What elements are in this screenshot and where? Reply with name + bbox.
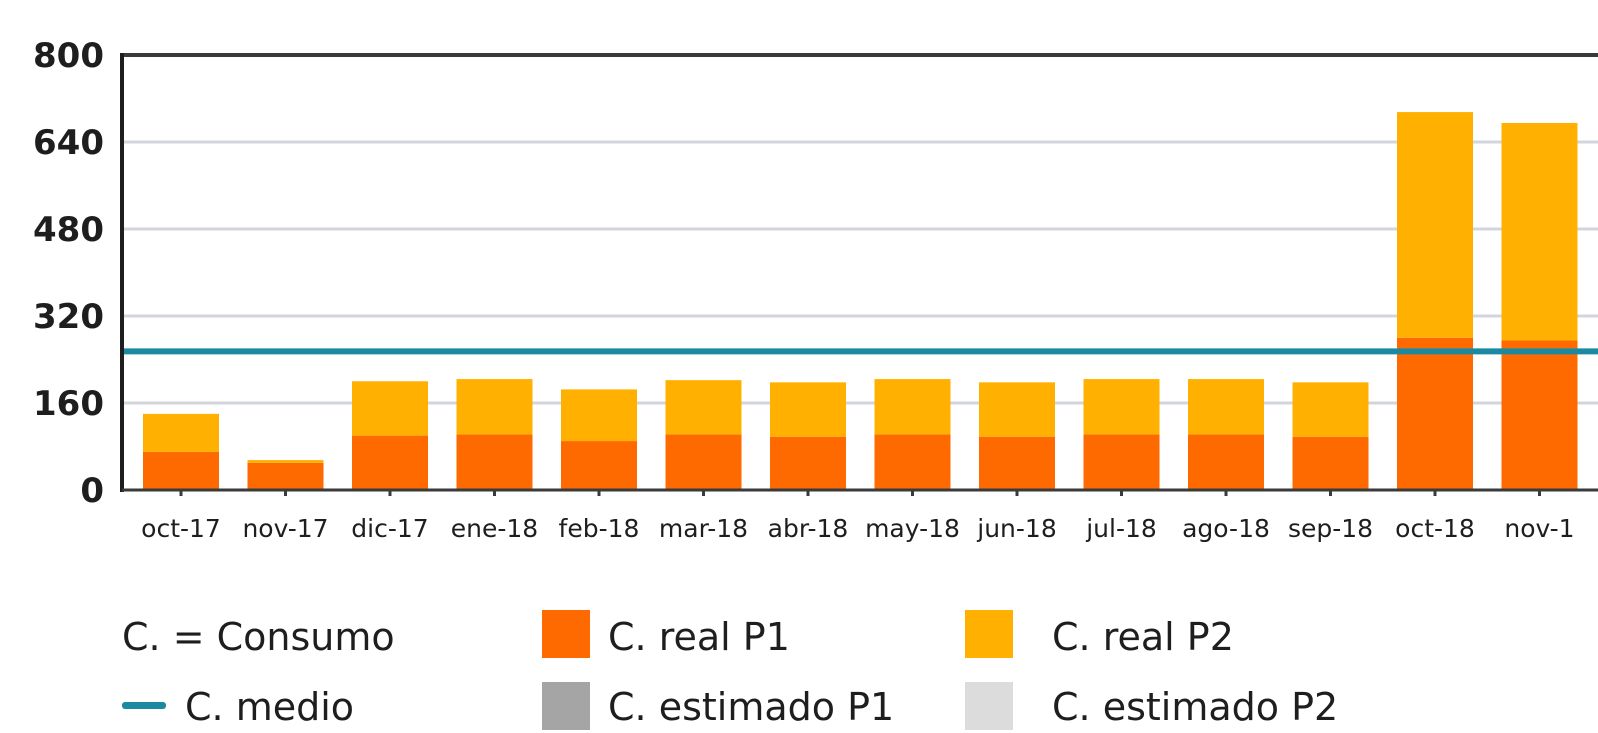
x-tick-label: feb-18: [559, 514, 640, 543]
bar-p1-dic-17: [352, 435, 428, 490]
x-tick-label: nov-1: [1504, 514, 1574, 543]
bar-p2-dic-17: [352, 381, 428, 436]
x-tick-label: sep-18: [1288, 514, 1373, 543]
x-tick-label: jul-18: [1085, 514, 1157, 543]
y-tick-label: 320: [33, 297, 104, 337]
bar-p2-sep-18: [1292, 382, 1369, 437]
legend-swatch-c-estimado-p2: [965, 682, 1013, 730]
bar-p1-oct-18: [1397, 337, 1473, 490]
x-tick-label: oct-17: [141, 514, 221, 543]
bar-p1-jul-18: [1083, 434, 1160, 490]
y-tick-label: 640: [33, 123, 104, 163]
bar-p2-jul-18: [1083, 379, 1160, 435]
legend-label-c-real-p2: C. real P2: [1052, 615, 1234, 659]
legend-label-c-estimado-p1: C. estimado P1: [608, 685, 895, 729]
legend-label-c-real-p1: C. real P1: [608, 615, 790, 659]
bar-p1-abr-18: [770, 436, 846, 490]
bar-p1-nov-17: [247, 462, 324, 490]
x-tick-label: may-18: [865, 514, 960, 543]
x-tick-label: ago-18: [1182, 514, 1270, 543]
legend-label-c-medio: C. medio: [185, 685, 355, 729]
bar-p2-nov-18: [1501, 122, 1578, 341]
bar-p2-oct-17: [143, 413, 219, 452]
bar-p1-ene-18: [456, 434, 533, 490]
bar-p1-may-18: [874, 434, 951, 490]
legend-swatch-c-real-p2: [965, 610, 1013, 658]
y-tick-label: 160: [33, 384, 104, 424]
bar-p2-may-18: [874, 379, 951, 435]
bar-p2-nov-17: [247, 460, 324, 463]
bar-p2-jun-18: [979, 382, 1055, 437]
x-tick-label: dic-17: [351, 514, 428, 543]
bar-p1-jun-18: [979, 436, 1055, 490]
bar-p2-oct-18: [1397, 112, 1473, 338]
bar-p2-feb-18: [561, 389, 637, 442]
chart-container: 0 160 320 480 640 800 oct-17 nov-17 dic-17 ene-1…: [0, 0, 1598, 733]
legend-swatch-c-estimado-p1: [542, 682, 590, 730]
legend-swatch-c-real-p1: [542, 610, 590, 658]
x-tick-label: nov-17: [242, 514, 328, 543]
legend-abbreviation: C. = Consumo: [122, 615, 395, 659]
x-tick-label: ene-18: [451, 514, 538, 543]
x-tick-label: mar-18: [659, 514, 748, 543]
x-tick-label: abr-18: [768, 514, 849, 543]
bar-p1-ago-18: [1188, 434, 1264, 490]
stacked-bar-chart: 0 160 320 480 640 800 oct-17 nov-17 dic-17 ene-1…: [33, 36, 1598, 543]
legend-label-c-estimado-p2: C. estimado P2: [1052, 685, 1339, 729]
bar-p1-oct-17: [143, 451, 219, 490]
bar-p2-mar-18: [665, 380, 742, 435]
x-tick-label: oct-18: [1395, 514, 1475, 543]
bar-p1-sep-18: [1292, 436, 1369, 490]
bar-p1-mar-18: [665, 434, 742, 490]
bar-p1-feb-18: [561, 441, 637, 490]
y-tick-label: 800: [33, 36, 104, 76]
bar-p2-ene-18: [456, 379, 533, 435]
bar-p2-abr-18: [770, 382, 846, 437]
x-tick-label: jun-18: [976, 514, 1056, 543]
legend-line-swatch-c-medio: [122, 702, 166, 709]
y-tick-label: 480: [33, 210, 104, 250]
bar-p1-nov-18: [1501, 340, 1578, 490]
y-tick-label: 0: [80, 471, 104, 511]
bar-p2-ago-18: [1188, 379, 1264, 435]
